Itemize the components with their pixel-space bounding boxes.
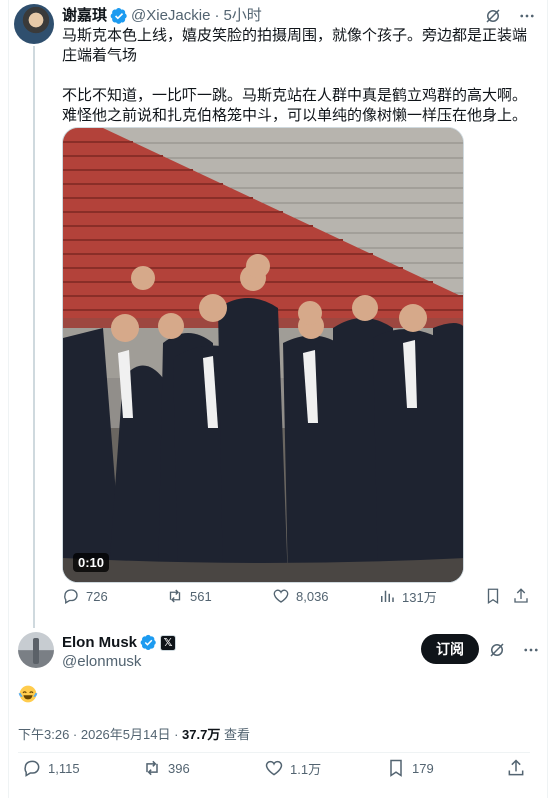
divider (18, 752, 530, 753)
tweet2-meta: 下午3:26 · 2026年5月14日 · 37.7万 查看 (18, 724, 250, 743)
views-count: 131万 (402, 589, 437, 605)
bookmark-button[interactable] (484, 587, 502, 605)
reply-count: 726 (86, 588, 108, 604)
share-icon (508, 759, 524, 776)
share-icon (514, 588, 528, 603)
reply-count: 1,115 (48, 760, 80, 776)
views-count: 37.7万 (182, 727, 221, 742)
video-duration: 0:10 (73, 553, 110, 572)
tweet2-header-actions (488, 641, 540, 659)
subscribe-button[interactable]: 订阅 (421, 634, 479, 664)
video-player[interactable]: 0:10 (62, 127, 464, 583)
face-with-tears-of-joy-icon (18, 685, 38, 703)
post-time[interactable]: 下午3:26 · 2026年5月14日 · (18, 727, 182, 742)
tweet1-header-actions (484, 7, 536, 25)
timestamp[interactable]: 5小时 (223, 6, 261, 26)
reply-button[interactable]: 1,115 (22, 758, 80, 778)
repost-button[interactable]: 561 (166, 587, 212, 605)
thread-connector-line (33, 46, 35, 628)
avatar-xiejackie[interactable] (14, 4, 54, 44)
reply-icon (24, 760, 40, 777)
like-count: 8,036 (296, 588, 329, 604)
verified-badge-icon (140, 634, 156, 650)
display-name[interactable]: Elon Musk (62, 634, 137, 651)
tweet1-paragraph-1: 马斯克本色上线，嬉皮笑脸的拍摄周围，就像个孩子。旁边都是正装端庄端着气场 (62, 27, 528, 64)
repost-icon (169, 589, 181, 603)
repost-icon (146, 760, 158, 776)
views-label: 查看 (220, 727, 250, 742)
repost-count: 396 (168, 760, 190, 776)
video-frame (63, 128, 463, 582)
repost-count: 561 (190, 588, 212, 604)
tweet1-header: 谢嘉琪 @XieJackie · 5小时 (62, 6, 262, 26)
heart-icon (265, 760, 283, 776)
grok-icon[interactable] (484, 7, 502, 25)
share-button[interactable] (506, 758, 526, 778)
like-button[interactable]: 8,036 (272, 587, 329, 605)
bookmark-icon (487, 588, 499, 605)
verified-badge-icon (110, 7, 127, 24)
heart-icon (273, 589, 289, 603)
like-count: 1.1万 (290, 761, 322, 777)
display-name[interactable]: 谢嘉琪 (62, 6, 107, 26)
bookmark-count: 179 (412, 760, 434, 776)
tweet2-header: Elon Musk 𝕏 (62, 634, 177, 651)
bookmark-button[interactable]: 179 (386, 758, 434, 778)
reply-button[interactable]: 726 (62, 587, 108, 605)
share-button[interactable] (512, 587, 530, 605)
reply-icon (64, 589, 78, 604)
more-icon[interactable] (518, 7, 536, 25)
grok-icon[interactable] (488, 641, 506, 659)
views-icon (381, 590, 394, 602)
more-icon[interactable] (522, 641, 540, 659)
handle[interactable]: @XieJackie (131, 6, 210, 26)
like-button[interactable]: 1.1万 (264, 758, 321, 778)
separator-dot: · (214, 7, 220, 24)
views-button[interactable]: 131万 (378, 587, 437, 606)
affiliate-x-badge[interactable]: 𝕏 (160, 634, 177, 651)
avatar-elonmusk[interactable] (18, 632, 54, 668)
handle[interactable]: @elonmusk (62, 653, 141, 670)
bookmark-icon (390, 759, 402, 777)
repost-button[interactable]: 396 (142, 758, 190, 778)
tweet1-paragraph-2: 不比不知道，一比吓一跳。马斯克站在人群中真是鹤立鸡群的高大啊。难怪他之前说和扎克… (62, 87, 528, 124)
